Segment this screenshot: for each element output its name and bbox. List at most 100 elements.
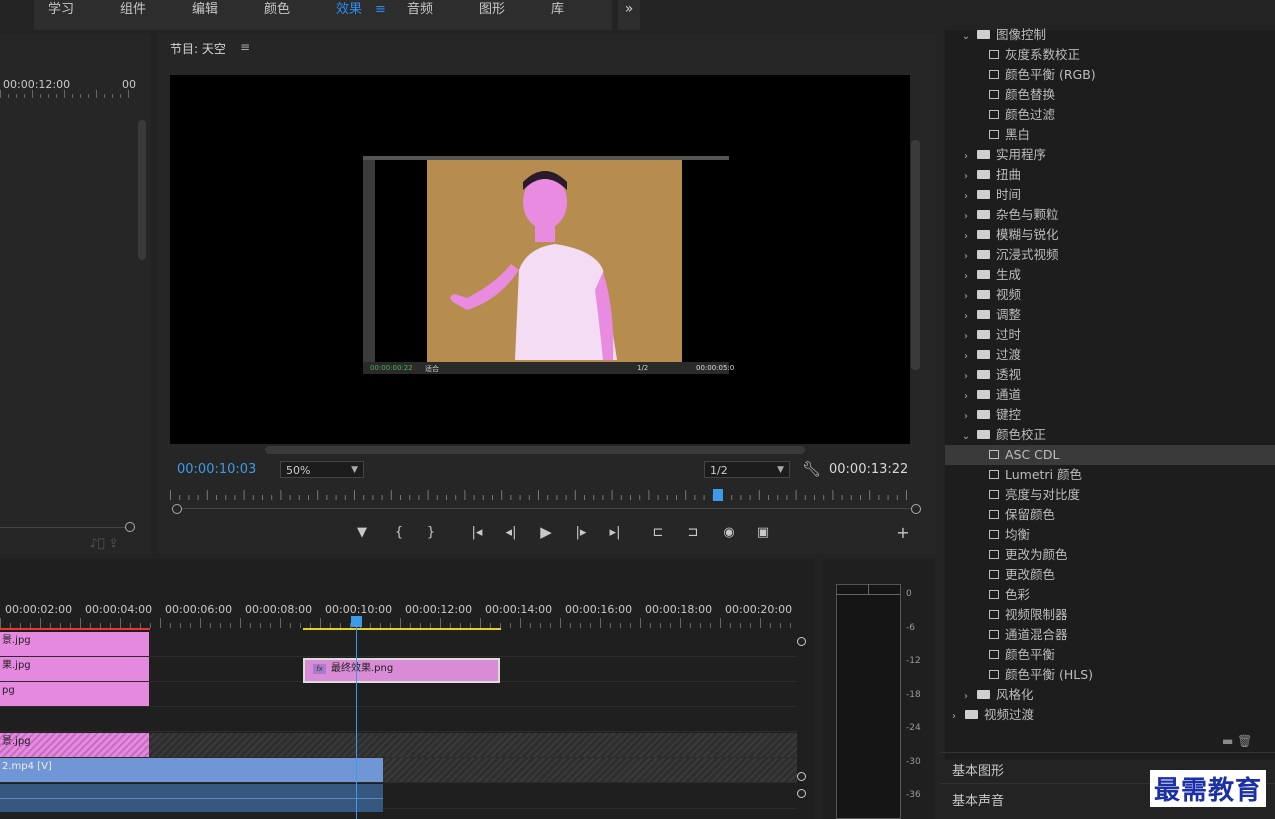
step-forward-icon[interactable]: |▸ (571, 525, 591, 540)
effect-folder[interactable]: › 视频过渡 (945, 705, 1034, 725)
chevron-right-icon[interactable]: › (959, 687, 973, 707)
effect-folder[interactable]: ⌄ 图像控制 (945, 25, 1046, 45)
effect-item[interactable]: 均衡 (945, 525, 1030, 545)
effect-folder[interactable]: › 杂色与颗粒 (945, 205, 1059, 225)
chevron-right-icon[interactable]: › (959, 267, 973, 287)
effect-item[interactable]: 灰度系数校正 (945, 45, 1080, 65)
chevron-right-icon[interactable]: › (959, 287, 973, 307)
panel-essential-graphics[interactable]: 基本图形 (952, 760, 1004, 779)
workspace-tab-graphics[interactable]: 图形 (479, 0, 505, 20)
effect-folder[interactable]: › 通道 (945, 385, 1021, 405)
effect-item[interactable]: 保留颜色 (945, 505, 1055, 525)
settings-wrench-icon[interactable]: 🔧︎ (802, 460, 821, 478)
chevron-down-icon[interactable]: ⌄ (959, 427, 973, 447)
chevron-right-icon[interactable]: › (959, 347, 973, 367)
workspace-tab-effects[interactable]: 效果 (336, 0, 362, 20)
effect-folder[interactable]: › 沉浸式视频 (945, 245, 1059, 265)
effect-folder[interactable]: › 过时 (945, 325, 1021, 345)
zoom-level-select[interactable]: 50% ▼ (280, 461, 364, 478)
effect-item[interactable]: 颜色平衡 (RGB) (945, 65, 1096, 85)
program-monitor-title[interactable]: 节目: 天空 (170, 40, 226, 57)
scroll-handle-bottom[interactable] (797, 772, 806, 781)
add-marker-icon[interactable]: ▼ (352, 525, 372, 540)
chevron-right-icon[interactable]: › (959, 327, 973, 347)
effect-item[interactable]: ASC CDL (945, 445, 1275, 465)
compare-view-icon[interactable]: ▣ (753, 525, 773, 540)
clip-jpg-4[interactable]: 景.jpg (0, 733, 149, 757)
scroll-handle-top[interactable] (797, 637, 806, 646)
source-scrub-end-handle[interactable] (125, 522, 135, 532)
clip-mp4-video[interactable]: 2.mp4 [V] (0, 758, 383, 782)
chevron-right-icon[interactable]: › (959, 387, 973, 407)
program-scrub-end-handle[interactable] (911, 504, 921, 514)
effect-item[interactable]: 色彩 (945, 585, 1030, 605)
mark-out-icon[interactable]: } (421, 525, 441, 540)
source-export-icons[interactable]: ♪⃞ ⇪ (90, 536, 119, 550)
button-editor-plus-icon[interactable]: + (893, 523, 913, 542)
program-scrub-start-handle[interactable] (172, 504, 182, 514)
effect-item[interactable]: 黑白 (945, 125, 1030, 145)
timeline-playhead-line[interactable] (356, 616, 357, 819)
effect-folder[interactable]: › 生成 (945, 265, 1021, 285)
effect-folder[interactable]: › 透视 (945, 365, 1021, 385)
effect-folder[interactable]: › 视频 (945, 285, 1021, 305)
workspace-tab-learn[interactable]: 学习 (48, 0, 74, 20)
playhead-timecode[interactable]: 00:00:10:03 (177, 462, 256, 477)
chevron-right-icon[interactable]: › (947, 707, 961, 727)
workspace-menu-icon[interactable]: ≡ (375, 0, 386, 20)
workspace-tab-audio[interactable]: 音频 (407, 0, 433, 20)
clip-final-effect-png[interactable]: fx 最终效果.png (303, 658, 500, 683)
playback-resolution-select[interactable]: 1/2 ▼ (704, 461, 790, 478)
clip-jpg-1[interactable]: 景.jpg (0, 632, 149, 656)
chevron-down-icon[interactable]: ⌄ (959, 27, 973, 47)
program-scrub-bar[interactable] (177, 508, 915, 509)
workspace-tab-libraries[interactable]: 库 (551, 0, 564, 20)
panel-essential-sound[interactable]: 基本声音 (952, 790, 1004, 809)
chevron-right-icon[interactable]: › (959, 227, 973, 247)
timeline-playhead-handle[interactable] (351, 616, 362, 627)
effect-folder[interactable]: › 过渡 (945, 345, 1021, 365)
effect-folder[interactable]: › 键控 (945, 405, 1021, 425)
play-icon[interactable]: ▶ (536, 523, 556, 541)
work-area-bar[interactable] (303, 628, 501, 630)
chevron-right-icon[interactable]: › (959, 207, 973, 227)
go-to-out-icon[interactable]: ▸| (605, 525, 625, 540)
effect-folder[interactable]: › 模糊与锐化 (945, 225, 1059, 245)
effect-item[interactable]: 更改为颜色 (945, 545, 1068, 565)
program-time-ruler[interactable] (170, 490, 915, 502)
clip-png-3[interactable]: pg (0, 682, 149, 706)
effect-item[interactable]: Lumetri 颜色 (945, 465, 1082, 485)
program-vertical-scrollbar[interactable] (911, 140, 920, 370)
more-workspaces-icon[interactable]: » (618, 0, 640, 30)
effect-folder[interactable]: › 实用程序 (945, 145, 1046, 165)
new-bin-and-delete-icons[interactable]: ▬ 🗑︎ (1222, 734, 1252, 748)
chevron-right-icon[interactable]: › (959, 147, 973, 167)
workspace-tab-assembly[interactable]: 组件 (120, 0, 146, 20)
effect-item[interactable]: 视频限制器 (945, 605, 1068, 625)
go-to-in-icon[interactable]: |◂ (467, 525, 487, 540)
effect-item[interactable]: 颜色平衡 (HLS) (945, 665, 1093, 685)
effect-folder[interactable]: › 调整 (945, 305, 1021, 325)
workspace-tab-color[interactable]: 颜色 (264, 0, 290, 20)
clip-audio[interactable] (0, 784, 383, 812)
export-frame-camera-icon[interactable]: ◉ (719, 525, 739, 540)
chevron-right-icon[interactable]: › (959, 407, 973, 427)
effect-item[interactable]: 颜色替换 (945, 85, 1055, 105)
clip-jpg-2[interactable]: 果.jpg (0, 657, 149, 681)
chevron-right-icon[interactable]: › (959, 307, 973, 327)
effect-item[interactable]: 更改颜色 (945, 565, 1055, 585)
lift-icon[interactable]: ⊏ (648, 525, 668, 540)
effect-folder[interactable]: › 风格化 (945, 685, 1034, 705)
program-menu-icon[interactable]: ≡ (240, 40, 250, 54)
effect-folder[interactable]: ⌄ 颜色校正 (945, 425, 1046, 445)
effect-item[interactable]: 颜色平衡 (945, 645, 1055, 665)
program-horizontal-scrollbar[interactable] (265, 446, 805, 454)
workspace-tab-editing[interactable]: 编辑 (192, 0, 218, 20)
source-scrollbar[interactable] (138, 120, 146, 260)
extract-icon[interactable]: ⊐ (683, 525, 703, 540)
chevron-right-icon[interactable]: › (959, 247, 973, 267)
step-back-icon[interactable]: ◂| (501, 525, 521, 540)
chevron-right-icon[interactable]: › (959, 167, 973, 187)
mark-in-icon[interactable]: { (389, 525, 409, 540)
program-playhead[interactable] (713, 489, 723, 501)
